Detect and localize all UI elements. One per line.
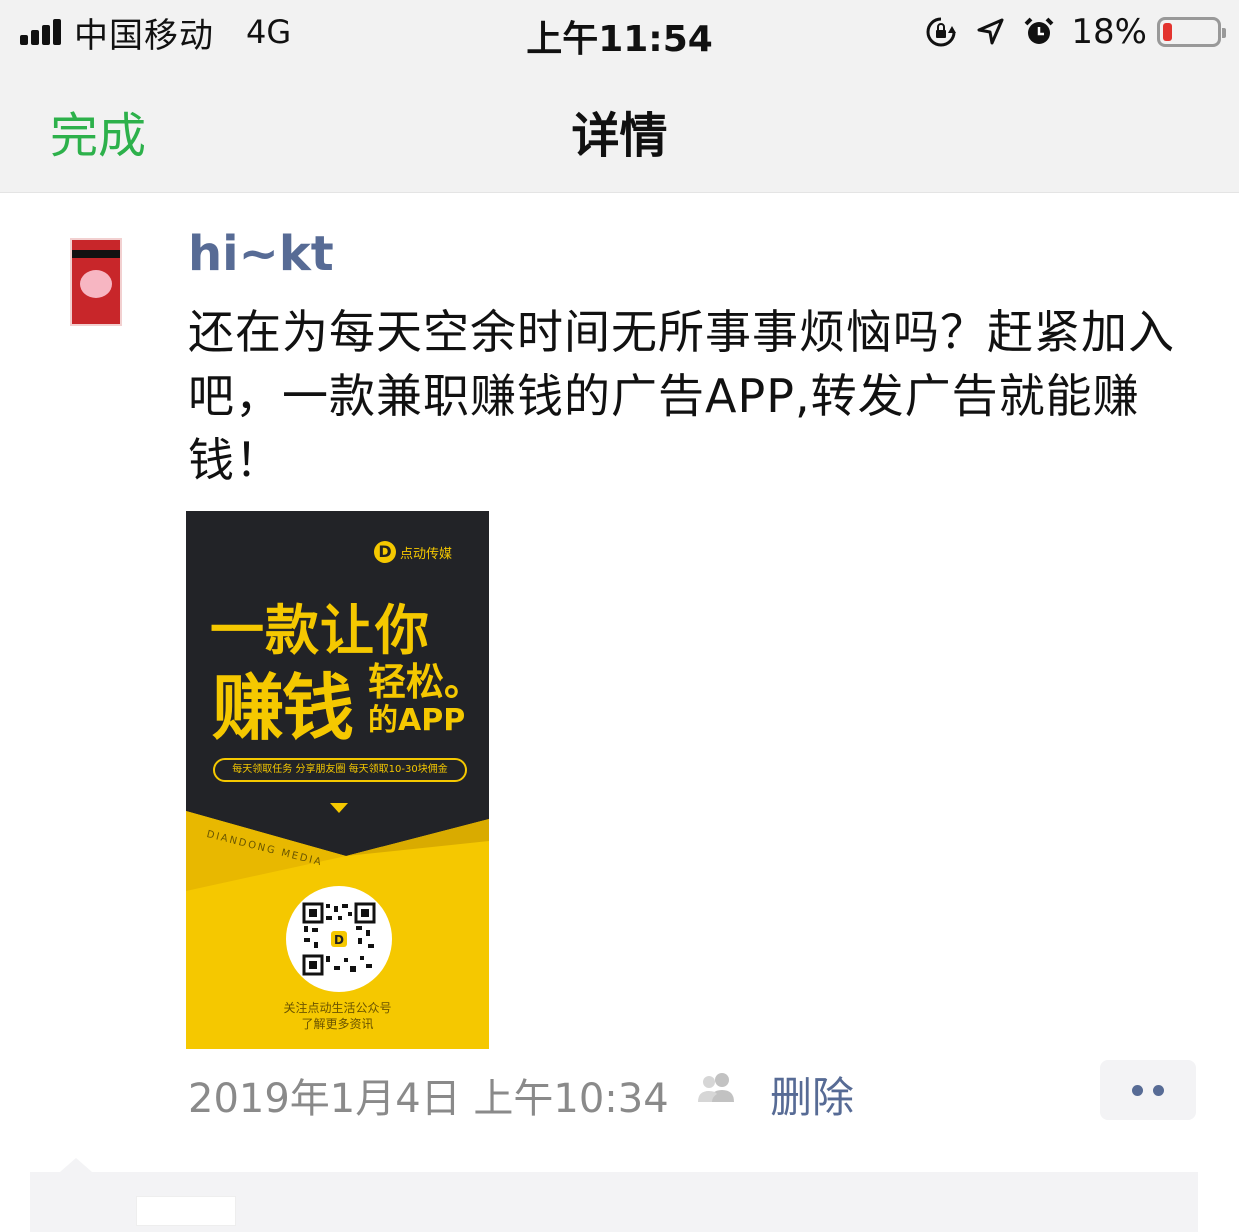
people-icon [698,1073,734,1102]
location-arrow-icon [977,18,1004,45]
battery-percent: 18% [1071,12,1147,52]
avatar-face [80,270,112,298]
poster-qr-circle: D [286,886,392,992]
poster-footer-1: 关注点动生活公众号 [283,1001,392,1015]
qr-code-icon: D [302,902,376,976]
poster-pill-text: 每天领取任务 分享朋友圈 每天领取10-30块佣金 [213,758,467,782]
nav-bar: 完成 详情 [0,64,1239,193]
post-timestamp: 2019年1月4日 上午10:34 [188,1076,669,1122]
liker-avatar[interactable] [136,1196,236,1226]
comment-caret [60,1158,92,1172]
poster-headline-big: 赚钱 [212,666,354,750]
poster-brand-logo: D [374,541,396,563]
battery-icon [1157,17,1226,47]
status-right: 18% [907,10,1226,54]
status-bar: 中国移动 4G 上午11:54 18% [0,0,1239,64]
post-text: 还在为每天空余时间无所事事烦恼吗？赶紧加入吧，一款兼职赚钱的广告APP,转发广告… [188,305,1175,487]
more-dot [1153,1084,1164,1096]
qr-center-logo: D [334,933,344,947]
avatar[interactable] [70,238,122,326]
poster-footer-2: 了解更多资讯 [301,1017,374,1031]
post-username[interactable]: hi~kt [188,226,334,282]
poster-down-arrow-icon [330,803,348,813]
poster-brand-name: 点动传媒 [400,546,453,562]
alarm-icon [1025,17,1054,44]
rotation-lock-icon [926,17,957,47]
more-dot [1132,1084,1143,1096]
avatar-band [72,250,120,258]
poster-brand: D 点动传媒 [374,541,452,563]
post-image[interactable]: D 点动传媒 一款让你 赚钱 轻松。 的APP 每天领取任务 分享朋友圈 每天领… [186,511,489,1049]
page-title: 详情 [571,108,668,164]
poster-headline-small-2: 的APP [368,703,466,738]
battery-fill [1163,23,1172,41]
delete-button[interactable]: 删除 [770,1064,854,1125]
more-dots-icon[interactable] [1100,1060,1196,1120]
